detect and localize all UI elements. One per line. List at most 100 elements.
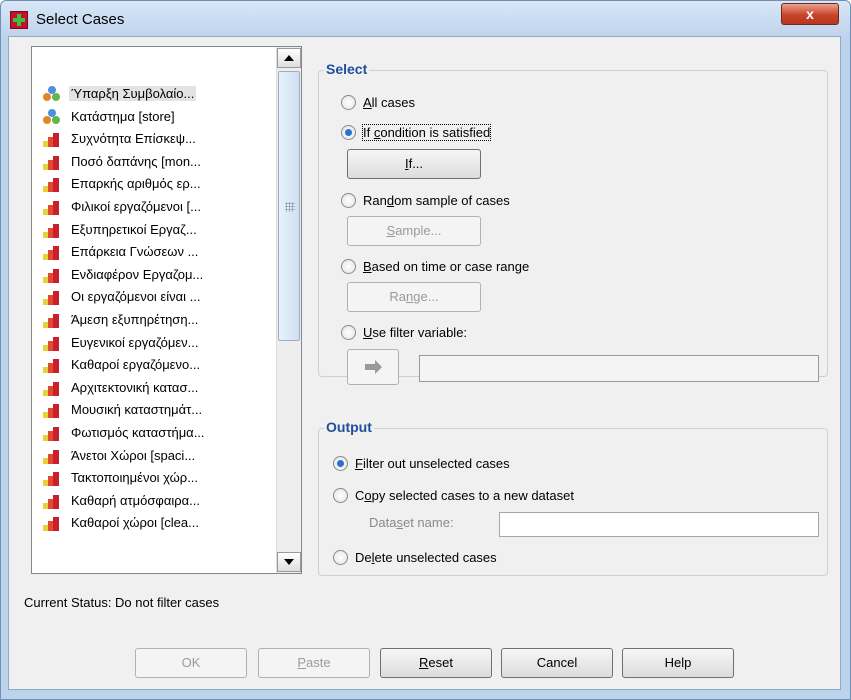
scale-icon [41, 175, 63, 193]
variable-label: Άνετοι Χώροι [spaci... [71, 447, 196, 463]
variable-label: Ευγενικοί εργαζόμεν... [71, 334, 199, 350]
arrow-right-icon [365, 360, 382, 374]
scale-icon [41, 356, 63, 374]
variable-list-item[interactable]: Οι εργαζόμενοι είναι ... [35, 286, 278, 308]
reset-button-label: Reset [419, 655, 453, 670]
scale-icon [41, 130, 63, 148]
radio-time-range-label: Based on time or case range [363, 259, 530, 274]
variable-list[interactable]: Ύπαρξη Συμβολαίο... Κατάστημα [store] Συχν… [31, 46, 302, 574]
variable-list-item[interactable]: Αρχιτεκτονική κατασ... [35, 377, 278, 399]
radio-filter-out-label: Filter out unselected cases [355, 456, 510, 471]
if-button[interactable]: If... [347, 149, 481, 179]
variable-label: Οι εργαζόμενοι είναι ... [71, 289, 201, 305]
help-button-label: Help [664, 655, 692, 670]
spss-app-icon [10, 11, 28, 29]
variable-list-item[interactable]: Φιλικοί εργαζόμενοι [... [35, 196, 278, 218]
variable-list-item[interactable]: Καθαροί εργαζόμενο... [35, 354, 278, 376]
radio-button-checked[interactable] [341, 125, 356, 140]
close-icon: x [806, 6, 814, 22]
variable-list-item[interactable]: Επαρκής αριθμός ερ... [35, 173, 278, 195]
radio-filter-variable-label: Use filter variable: [363, 325, 468, 340]
radio-button[interactable] [333, 488, 348, 503]
scale-icon [41, 311, 63, 329]
variable-label: Ύπαρξη Συμβολαίο... [69, 86, 197, 101]
ok-button[interactable]: OK [135, 648, 247, 678]
variable-label: Τακτοποιημένοι χώρ... [71, 470, 199, 486]
scale-icon [41, 198, 63, 216]
radio-button[interactable] [341, 325, 356, 340]
radio-random-sample-label: Random sample of cases [363, 193, 510, 208]
variable-list-item[interactable]: Άμεση εξυπηρέτηση... [35, 309, 278, 331]
scale-icon [41, 379, 63, 397]
radio-button-checked[interactable] [333, 456, 348, 471]
radio-all-cases-label: All cases [363, 95, 416, 110]
variable-list-item[interactable]: Ποσό δαπάνης [mon... [35, 151, 278, 173]
variable-list-item[interactable]: Συχνότητα Επίσκεψ... [35, 128, 278, 150]
radio-button[interactable] [341, 95, 356, 110]
variable-list-item[interactable]: Κατάστημα [store] [35, 106, 278, 128]
variable-list-item[interactable]: Ενδιαφέρον Εργαζομ... [35, 264, 278, 286]
radio-button[interactable] [333, 550, 348, 565]
variable-label: Καθαροί χώροι [clea... [71, 515, 199, 531]
scale-icon [41, 401, 63, 419]
variable-list-item[interactable]: Φωτισμός καταστήμα... [35, 422, 278, 444]
nominal-icon [41, 85, 63, 103]
radio-copy-to-dataset-label: Copy selected cases to a new dataset [355, 488, 574, 503]
scale-icon [41, 469, 63, 487]
scale-icon [41, 424, 63, 442]
scale-icon [41, 288, 63, 306]
help-button[interactable]: Help [622, 648, 734, 678]
variable-list-item[interactable]: Ύπαρξη Συμβολαίο... [35, 83, 278, 105]
filter-variable-field[interactable] [419, 355, 819, 382]
title-bar[interactable]: Select Cases x [1, 1, 850, 37]
variable-label: Συχνότητα Επίσκεψ... [71, 131, 196, 147]
dataset-name-field[interactable] [499, 512, 819, 537]
cancel-button[interactable]: Cancel [501, 648, 613, 678]
variable-list-item[interactable]: Καθαροί χώροι [clea... [35, 512, 278, 534]
paste-button-label: Paste [297, 655, 331, 670]
scale-icon [41, 492, 63, 510]
nominal-icon [41, 108, 63, 126]
variable-list-item[interactable]: Εξυπηρετικοί Εργαζ... [35, 219, 278, 241]
scroll-up-button[interactable] [277, 48, 301, 68]
radio-button[interactable] [341, 259, 356, 274]
scale-icon [41, 334, 63, 352]
scale-icon [41, 221, 63, 239]
scroll-thumb[interactable] [278, 71, 300, 341]
output-group-label: Output [324, 419, 374, 435]
variable-list-item[interactable]: Τακτοποιημένοι χώρ... [35, 467, 278, 489]
variable-label: Επάρκεια Γνώσεων ... [71, 244, 199, 260]
variable-list-item[interactable]: Άνετοι Χώροι [spaci... [35, 445, 278, 467]
variable-label: Ενδιαφέρον Εργαζομ... [71, 266, 204, 282]
radio-button[interactable] [341, 193, 356, 208]
variable-label: Επαρκής αριθμός ερ... [71, 176, 201, 192]
variable-list-item[interactable]: Μουσική καταστημάτ... [35, 399, 278, 421]
paste-button[interactable]: Paste [258, 648, 370, 678]
triangle-down-icon [284, 559, 294, 565]
variable-label: Μουσική καταστημάτ... [71, 402, 203, 418]
scale-icon [41, 243, 63, 261]
variable-label: Αρχιτεκτονική κατασ... [71, 379, 199, 395]
variable-label: Φωτισμός καταστήμα... [71, 425, 205, 440]
variable-label: Φιλικοί εργαζόμενοι [... [71, 199, 201, 214]
reset-button[interactable]: Reset [380, 648, 492, 678]
variable-list-item[interactable]: Επάρκεια Γνώσεων ... [35, 241, 278, 263]
sample-button[interactable]: Sample... [347, 216, 481, 246]
variable-label: Άμεση εξυπηρέτηση... [71, 312, 199, 327]
scale-icon [41, 447, 63, 465]
scale-icon [41, 514, 63, 532]
dataset-name-label: Dataset name: [369, 515, 454, 530]
scale-icon [41, 153, 63, 171]
move-variable-button[interactable] [347, 349, 399, 385]
scroll-down-button[interactable] [277, 552, 301, 572]
triangle-up-icon [284, 55, 294, 61]
variable-list-item[interactable]: Καθαρή ατμόσφαιρα... [35, 490, 278, 512]
range-button[interactable]: Range... [347, 282, 481, 312]
if-button-label: If... [404, 156, 424, 171]
close-button[interactable]: x [781, 3, 839, 25]
variable-label: Εξυπηρετικοί Εργαζ... [71, 221, 197, 237]
ok-button-label: OK [181, 655, 201, 670]
window-title: Select Cases [36, 11, 125, 28]
range-button-label: Range... [389, 289, 439, 304]
variable-list-item[interactable]: Ευγενικοί εργαζόμεν... [35, 332, 278, 354]
